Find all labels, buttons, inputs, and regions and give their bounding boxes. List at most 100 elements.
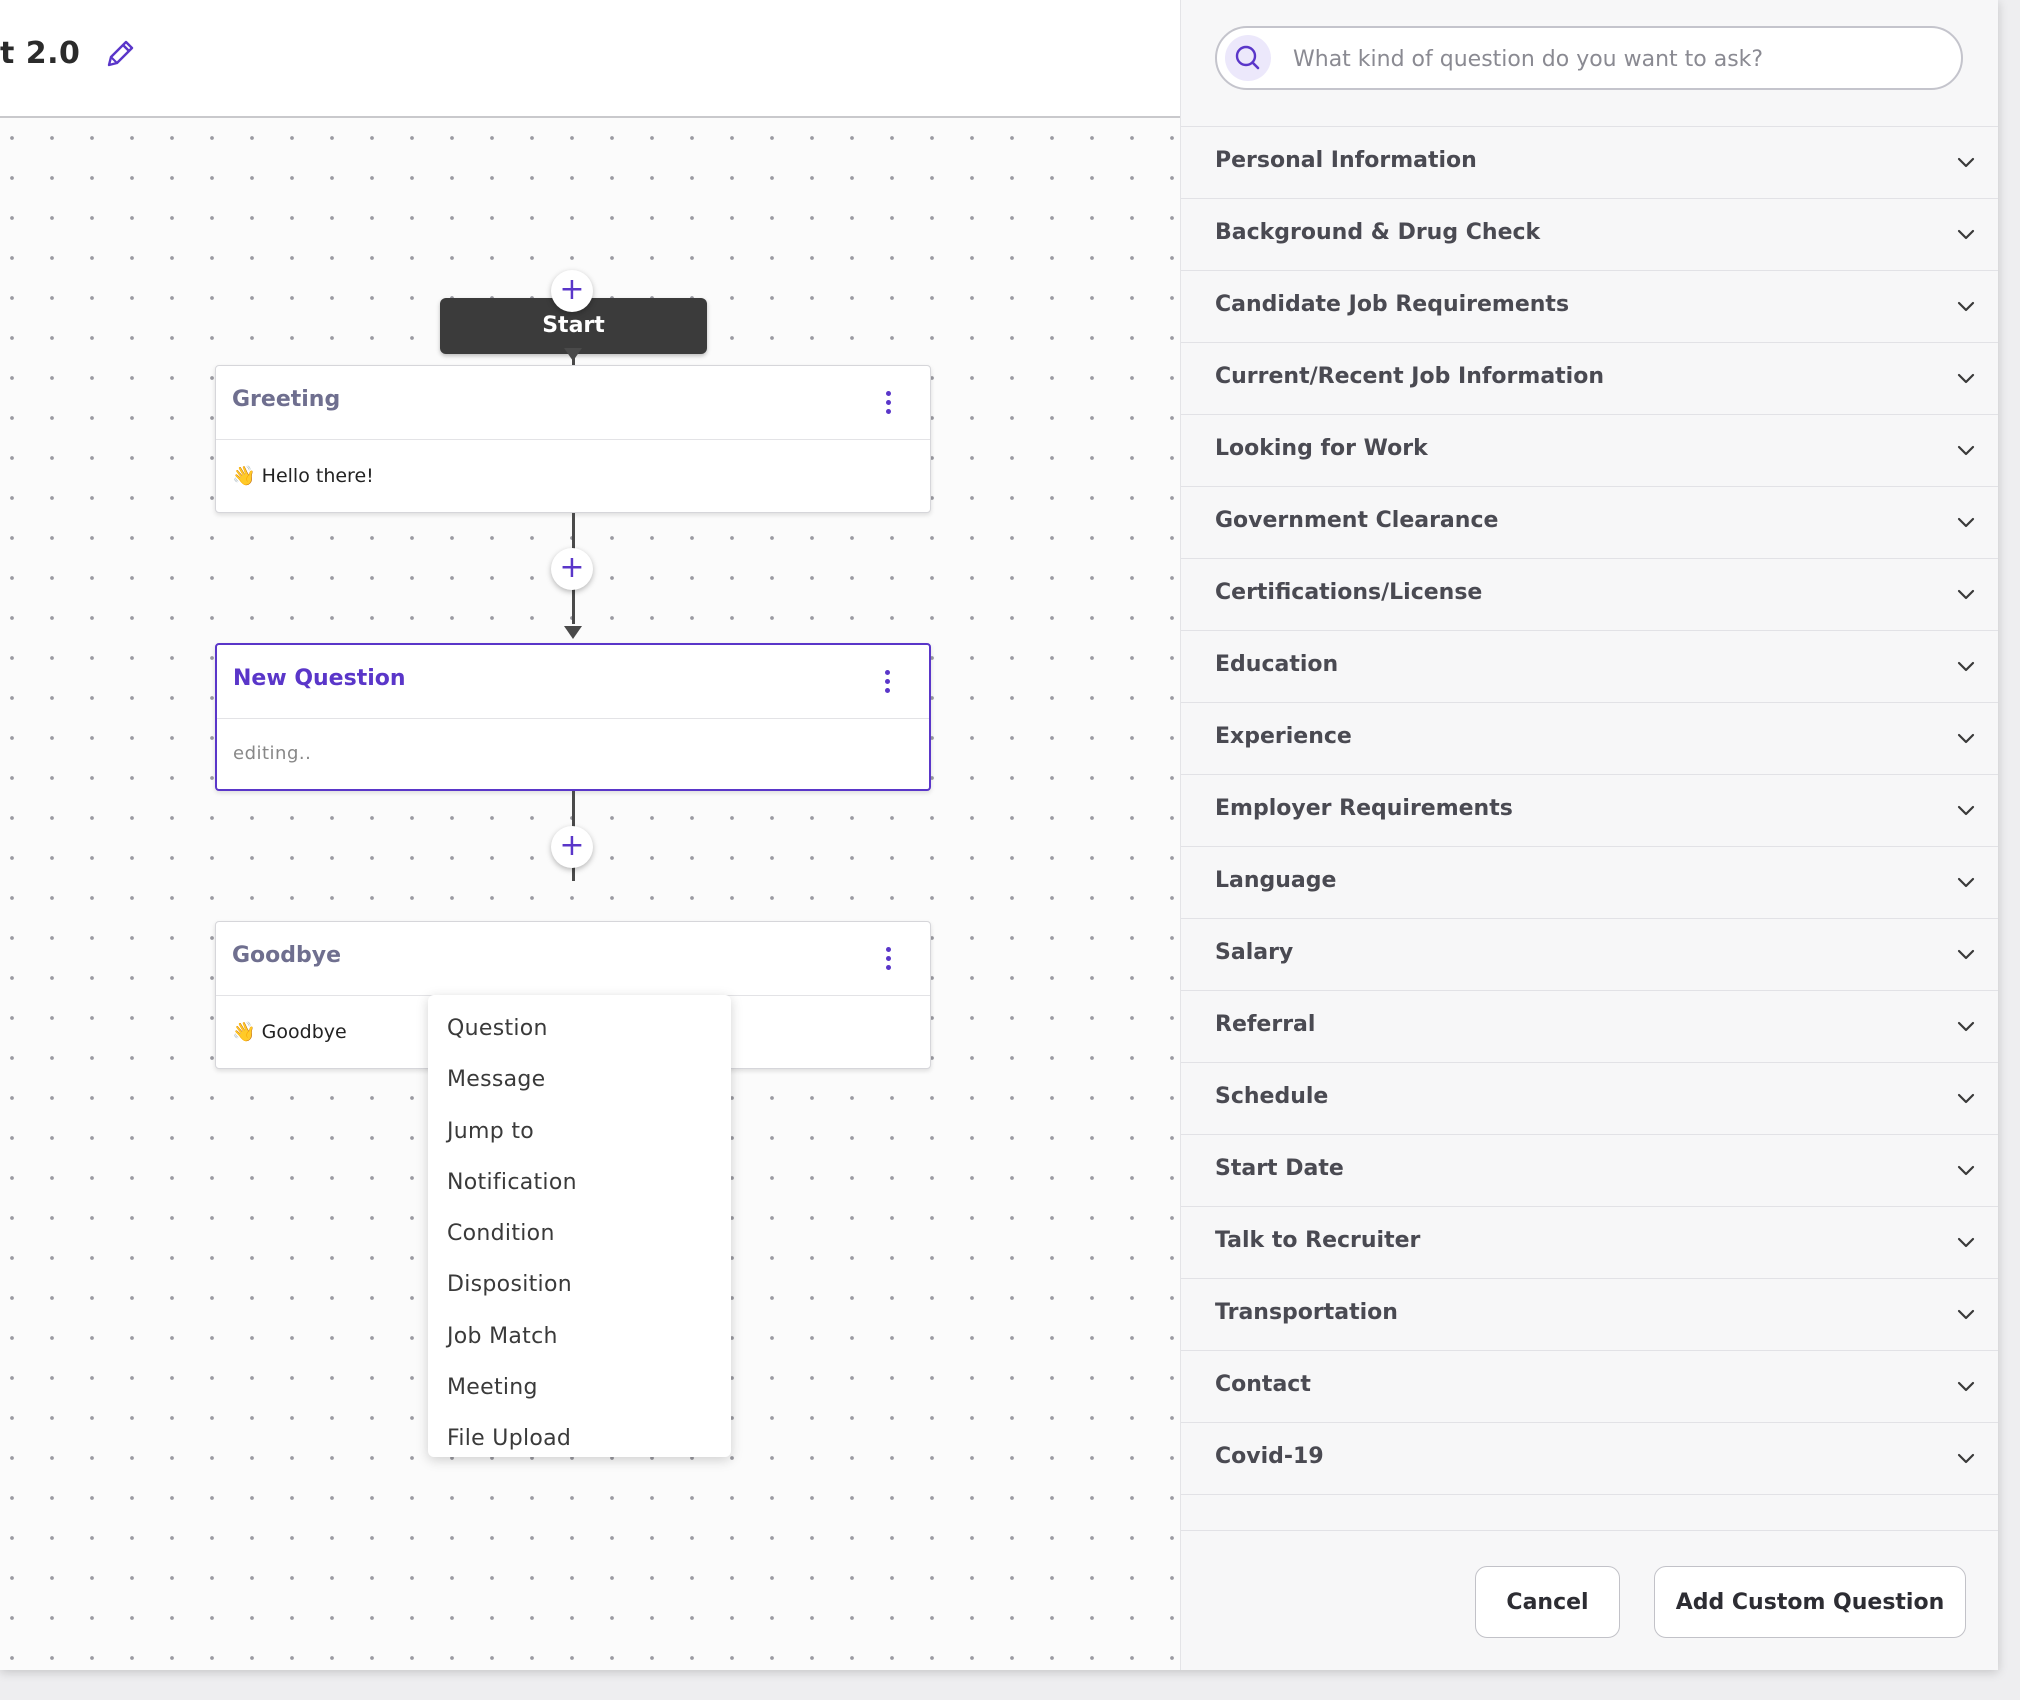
- category-row[interactable]: Transportation: [1181, 1279, 1998, 1351]
- chevron-down-icon: [1957, 1021, 1975, 1032]
- category-label: Covid-19: [1215, 1444, 1324, 1469]
- waving-hand-icon: 👋: [232, 465, 256, 487]
- chevron-down-icon: [1957, 1381, 1975, 1392]
- category-label: Transportation: [1215, 1300, 1398, 1325]
- flow-title: t 2.0: [0, 36, 81, 71]
- node-message: Goodbye: [261, 1021, 347, 1043]
- category-label: Experience: [1215, 724, 1352, 749]
- category-row[interactable]: Talk to Recruiter: [1181, 1207, 1998, 1279]
- search-icon: [1235, 45, 1260, 70]
- category-label: Candidate Job Requirements: [1215, 292, 1570, 317]
- category-row[interactable]: Certifications/License: [1181, 559, 1998, 631]
- menu-item-notification[interactable]: Notification: [428, 1157, 731, 1208]
- question-library-panel: Personal Information Background & Drug Ch…: [1180, 0, 1998, 1670]
- category-row[interactable]: Candidate Job Requirements: [1181, 271, 1998, 343]
- category-row[interactable]: Employer Requirements: [1181, 775, 1998, 847]
- category-label: Start Date: [1215, 1156, 1344, 1181]
- category-row[interactable]: Background & Drug Check: [1181, 199, 1998, 271]
- node-title: Goodbye: [232, 943, 342, 968]
- category-list: Personal Information Background & Drug Ch…: [1181, 126, 1998, 1495]
- menu-item-condition[interactable]: Condition: [428, 1208, 731, 1259]
- cancel-button[interactable]: Cancel: [1475, 1566, 1620, 1638]
- category-row[interactable]: Covid-19: [1181, 1423, 1998, 1495]
- menu-item-job-match[interactable]: Job Match: [428, 1311, 731, 1362]
- node-menu-button[interactable]: [883, 670, 891, 696]
- vertical-dots-icon: [883, 670, 891, 693]
- chevron-down-icon: [1957, 949, 1975, 960]
- chevron-down-icon: [1957, 301, 1975, 312]
- add-step-button[interactable]: +: [551, 270, 593, 312]
- pencil-icon: [107, 40, 134, 67]
- new-question-node[interactable]: New Question editing..: [215, 643, 931, 791]
- chevron-down-icon: [1957, 1165, 1975, 1176]
- node-menu-button[interactable]: [884, 391, 892, 417]
- category-label: Government Clearance: [1215, 508, 1499, 533]
- category-label: Contact: [1215, 1372, 1311, 1397]
- add-step-button[interactable]: +: [551, 826, 593, 868]
- node-message: Hello there!: [261, 465, 374, 487]
- connector-arrow: [564, 348, 582, 361]
- add-custom-question-button[interactable]: Add Custom Question: [1654, 1566, 1966, 1638]
- menu-item-file-upload[interactable]: File Upload: [428, 1413, 731, 1464]
- flow-canvas[interactable]: Start + Greeting 👋 Hello there! + New Que…: [0, 118, 1180, 1670]
- chevron-down-icon: [1957, 877, 1975, 888]
- menu-item-disposition[interactable]: Disposition: [428, 1259, 731, 1310]
- node-menu-button[interactable]: [884, 947, 892, 973]
- category-label: Salary: [1215, 940, 1294, 965]
- category-row[interactable]: Language: [1181, 847, 1998, 919]
- menu-item-meeting[interactable]: Meeting: [428, 1362, 731, 1413]
- connector-arrow: [564, 626, 582, 639]
- greeting-node[interactable]: Greeting 👋 Hello there!: [215, 365, 931, 513]
- search-bar[interactable]: [1215, 26, 1963, 90]
- category-label: Current/Recent Job Information: [1215, 364, 1604, 389]
- category-row[interactable]: Personal Information: [1181, 127, 1998, 199]
- node-body: 👋 Hello there!: [232, 464, 374, 487]
- chevron-down-icon: [1957, 1093, 1975, 1104]
- chevron-down-icon: [1957, 733, 1975, 744]
- chevron-down-icon: [1957, 517, 1975, 528]
- node-title: New Question: [233, 666, 406, 691]
- node-body: 👋 Goodbye: [232, 1020, 347, 1043]
- panel-footer: Cancel Add Custom Question: [1181, 1530, 1998, 1670]
- category-row[interactable]: Experience: [1181, 703, 1998, 775]
- category-label: Background & Drug Check: [1215, 220, 1541, 245]
- search-input[interactable]: [1291, 34, 1935, 84]
- category-row[interactable]: Start Date: [1181, 1135, 1998, 1207]
- node-body: editing..: [233, 743, 312, 764]
- search-icon-wrapper: [1225, 35, 1271, 81]
- menu-item-message[interactable]: Message: [428, 1054, 731, 1105]
- add-step-button[interactable]: +: [551, 548, 593, 590]
- category-row[interactable]: Education: [1181, 631, 1998, 703]
- edit-title-button[interactable]: [102, 36, 138, 72]
- category-row[interactable]: Contact: [1181, 1351, 1998, 1423]
- chevron-down-icon: [1957, 157, 1975, 168]
- chevron-down-icon: [1957, 805, 1975, 816]
- chevron-down-icon: [1957, 1309, 1975, 1320]
- category-row[interactable]: Looking for Work: [1181, 415, 1998, 487]
- node-header: Greeting: [216, 366, 930, 440]
- category-label: Referral: [1215, 1012, 1316, 1037]
- app-window: t 2.0 Start + Greeting 👋 Hello there! + …: [0, 0, 1998, 1670]
- category-row[interactable]: Salary: [1181, 919, 1998, 991]
- node-header: New Question: [217, 645, 929, 719]
- category-label: Looking for Work: [1215, 436, 1428, 461]
- menu-item-question[interactable]: Question: [428, 1003, 731, 1054]
- chevron-down-icon: [1957, 373, 1975, 384]
- menu-item-jump-to[interactable]: Jump to: [428, 1106, 731, 1157]
- chevron-down-icon: [1957, 445, 1975, 456]
- chevron-down-icon: [1957, 229, 1975, 240]
- category-label: Personal Information: [1215, 148, 1477, 173]
- category-row[interactable]: Current/Recent Job Information: [1181, 343, 1998, 415]
- chevron-down-icon: [1957, 1453, 1975, 1464]
- category-row[interactable]: Referral: [1181, 991, 1998, 1063]
- chevron-down-icon: [1957, 1237, 1975, 1248]
- vertical-dots-icon: [884, 947, 892, 970]
- category-row[interactable]: Government Clearance: [1181, 487, 1998, 559]
- category-row[interactable]: Schedule: [1181, 1063, 1998, 1135]
- node-header: Goodbye: [216, 922, 930, 996]
- chevron-down-icon: [1957, 589, 1975, 600]
- node-title: Greeting: [232, 387, 341, 412]
- chevron-down-icon: [1957, 661, 1975, 672]
- category-label: Education: [1215, 652, 1339, 677]
- step-type-menu: Question Message Jump to Notification Co…: [428, 995, 731, 1457]
